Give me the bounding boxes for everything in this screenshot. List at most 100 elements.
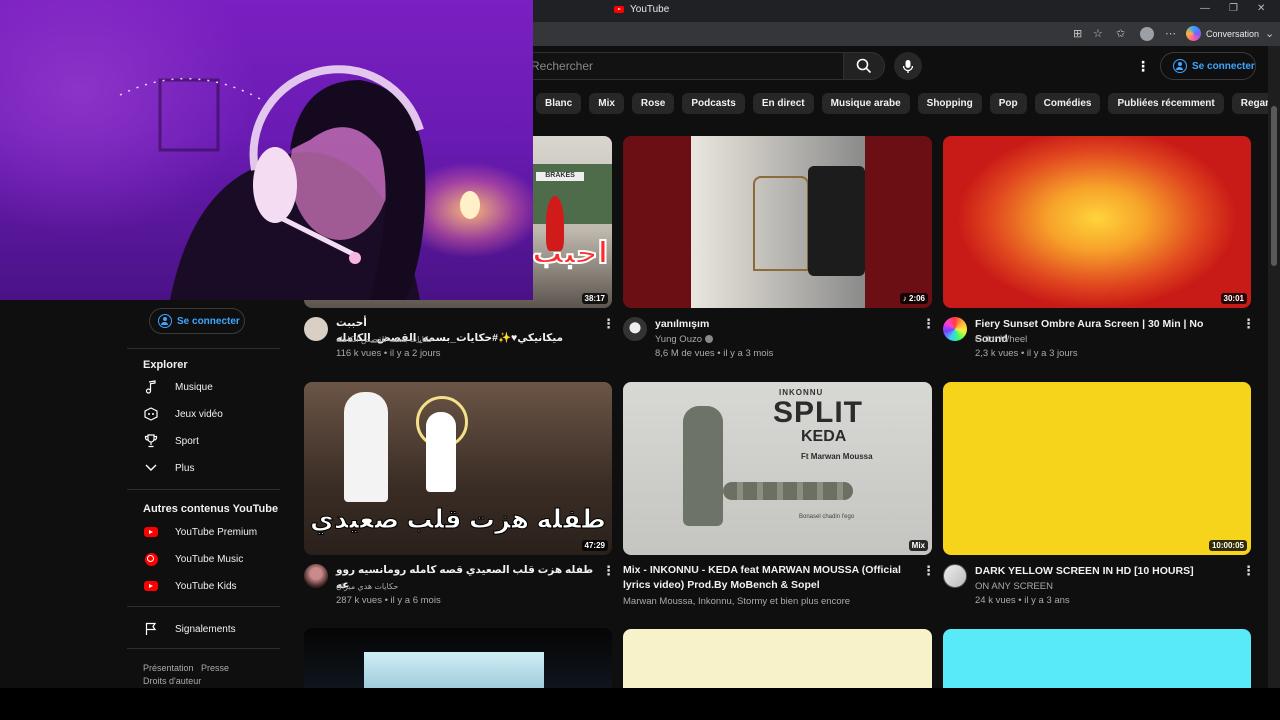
sidebar-item-label: YouTube Premium <box>175 526 258 538</box>
chip[interactable]: Rose <box>631 93 675 114</box>
chip[interactable]: Musique arabe <box>821 93 910 114</box>
channel-name[interactable]: ON ANY SCREEN <box>975 579 1053 594</box>
video-menu-icon[interactable]: ⋮ <box>922 317 935 330</box>
featuring-text: Ft Marwan Moussa <box>801 452 873 461</box>
video-meta: 24 k vues • il y a 3 ans <box>975 595 1070 606</box>
more-options-icon[interactable]: ⋯ <box>1165 27 1176 40</box>
browser-tab[interactable]: YouTube <box>614 4 669 15</box>
channel-name[interactable]: Yung Ouzo <box>655 332 714 347</box>
channel-name[interactable]: Color Wheel <box>975 332 1027 347</box>
chip[interactable]: Comédies <box>1034 93 1101 114</box>
lyric-caption-text: Bonasel chadin l'ego <box>799 514 855 520</box>
sidebar: Se connecter Explorer Musique Jeux vidéo… <box>127 301 280 688</box>
chevron-down-icon[interactable]: ⌄ <box>1265 27 1274 40</box>
sidebar-item-premium[interactable]: YouTube Premium <box>143 524 257 540</box>
video-thumbnail[interactable] <box>623 629 932 688</box>
chip[interactable]: Shopping <box>917 93 982 114</box>
channel-avatar[interactable] <box>623 317 647 341</box>
search-button[interactable] <box>843 52 885 80</box>
profile-avatar[interactable] <box>1140 27 1154 41</box>
video-duration: 47:29 <box>581 540 608 551</box>
chip[interactable]: Regardées <box>1231 93 1268 114</box>
youtube-favicon-icon <box>614 6 624 13</box>
chip[interactable]: En direct <box>752 93 814 114</box>
divider <box>127 348 280 349</box>
footer-links[interactable]: Présentation Presse <box>143 663 229 673</box>
video-menu-icon[interactable]: ⋮ <box>602 564 615 577</box>
channel-name[interactable]: Marwan Moussa, Inkonnu, Stormy et bien p… <box>623 594 850 609</box>
restore-button[interactable]: ❐ <box>1229 3 1238 14</box>
tab-title: YouTube <box>630 4 670 15</box>
sidebar-item-sport[interactable]: Sport <box>143 433 199 449</box>
youtube-kids-icon <box>143 578 159 594</box>
channel-name[interactable]: حكايات هدي ميران <box>336 579 398 594</box>
webcam-scene <box>119 65 480 300</box>
sidebar-item-more[interactable]: Plus <box>143 460 194 476</box>
video-thumbnail[interactable]: 30:01 <box>943 136 1251 308</box>
video-duration: Mix <box>908 540 928 551</box>
sidebar-item-label: Sport <box>175 435 199 447</box>
scrollbar-thumb[interactable] <box>1271 106 1277 266</box>
video-menu-icon[interactable]: ⋮ <box>1242 317 1255 330</box>
sidebar-item-label: YouTube Kids <box>175 580 237 592</box>
luggage-cart <box>753 176 809 271</box>
more-youtube-title: Autres contenus YouTube <box>143 503 279 515</box>
chain <box>723 482 853 500</box>
sidebar-signin-button[interactable]: Se connecter <box>149 308 245 334</box>
scrollbar[interactable] <box>1268 46 1280 688</box>
video-title[interactable]: DARK YELLOW SCREEN IN HD [10 HOURS] <box>975 564 1233 579</box>
sidebar-item-kids[interactable]: YouTube Kids <box>143 578 237 594</box>
music-note-icon <box>143 379 159 395</box>
sidebar-item-music[interactable]: Musique <box>143 379 213 395</box>
cartoon-girl <box>426 412 456 492</box>
sidebar-item-reports[interactable]: Signalements <box>143 621 236 637</box>
video-thumbnail[interactable] <box>943 629 1251 688</box>
sidebar-signin-label: Se connecter <box>177 315 240 327</box>
favorites-icon[interactable]: ✩ <box>1116 27 1125 40</box>
video-thumbnail[interactable]: طفله هزت قلب صعيدي 47:29 <box>304 382 612 555</box>
sidebar-item-label: Signalements <box>175 623 236 635</box>
youtube-music-icon <box>143 551 159 567</box>
channel-avatar[interactable] <box>304 317 328 341</box>
chip[interactable]: Blanc <box>536 93 582 114</box>
apps-icon[interactable]: ⊞ <box>1073 27 1082 40</box>
flag-icon <box>143 621 159 637</box>
video-thumbnail[interactable]: 10:00:05 <box>943 382 1251 555</box>
video-title[interactable]: Mix - INKONNU - KEDA feat MARWAN MOUSSA … <box>623 563 923 593</box>
video-thumbnail[interactable]: ♪ 2:06 <box>623 136 932 308</box>
video-menu-icon[interactable]: ⋮ <box>1242 564 1255 577</box>
channel-avatar[interactable] <box>304 564 328 588</box>
video-menu-icon[interactable]: ⋮ <box>602 317 615 330</box>
mix-thumbnail[interactable]: INKONNU SPLIT KEDA Ft Marwan Moussa Bona… <box>623 382 932 555</box>
youtube-premium-icon <box>143 524 159 540</box>
sidebar-item-yt-music[interactable]: YouTube Music <box>143 551 243 567</box>
minimize-button[interactable]: — <box>1200 3 1210 14</box>
sidebar-item-gaming[interactable]: Jeux vidéo <box>143 406 223 422</box>
settings-menu-icon[interactable]: ⋮ <box>1136 58 1150 75</box>
chip[interactable]: Mix <box>589 93 624 114</box>
chip[interactable]: Publiées récemment <box>1108 93 1224 114</box>
video-title[interactable]: yanılmışım <box>655 317 913 332</box>
video-thumbnail[interactable] <box>304 628 612 688</box>
channel-name[interactable]: حكايات بسمه للقصص الكامله <box>336 332 434 347</box>
close-button[interactable]: ✕ <box>1257 3 1265 14</box>
chip[interactable]: Podcasts <box>682 93 745 114</box>
video-menu-icon[interactable]: ⋮ <box>922 564 935 577</box>
favorite-star-icon[interactable]: ☆ <box>1093 27 1103 40</box>
cartoon-man <box>344 392 388 502</box>
channel-avatar[interactable] <box>943 317 967 341</box>
channel-avatar[interactable] <box>943 564 967 588</box>
statue-figure <box>683 406 723 526</box>
filter-chips: Blanc Mix Rose Podcasts En direct Musiqu… <box>520 93 1268 114</box>
account-icon <box>158 314 172 328</box>
voice-search-button[interactable] <box>894 52 922 80</box>
video-duration: ♪ 2:06 <box>899 293 928 304</box>
copilot-button[interactable]: Conversation <box>1186 26 1259 41</box>
search-input[interactable]: Rechercher <box>480 52 843 80</box>
video-meta: 287 k vues • il y a 6 mois <box>336 595 441 606</box>
chip[interactable]: Pop <box>989 93 1027 114</box>
footer-copyright-link[interactable]: Droits d'auteur <box>143 676 201 686</box>
video-meta: 8,6 M de vues • il y a 3 mois <box>655 348 774 359</box>
song-title-text: KEDA <box>801 428 847 445</box>
header-signin-button[interactable]: Se connecter <box>1160 52 1256 80</box>
